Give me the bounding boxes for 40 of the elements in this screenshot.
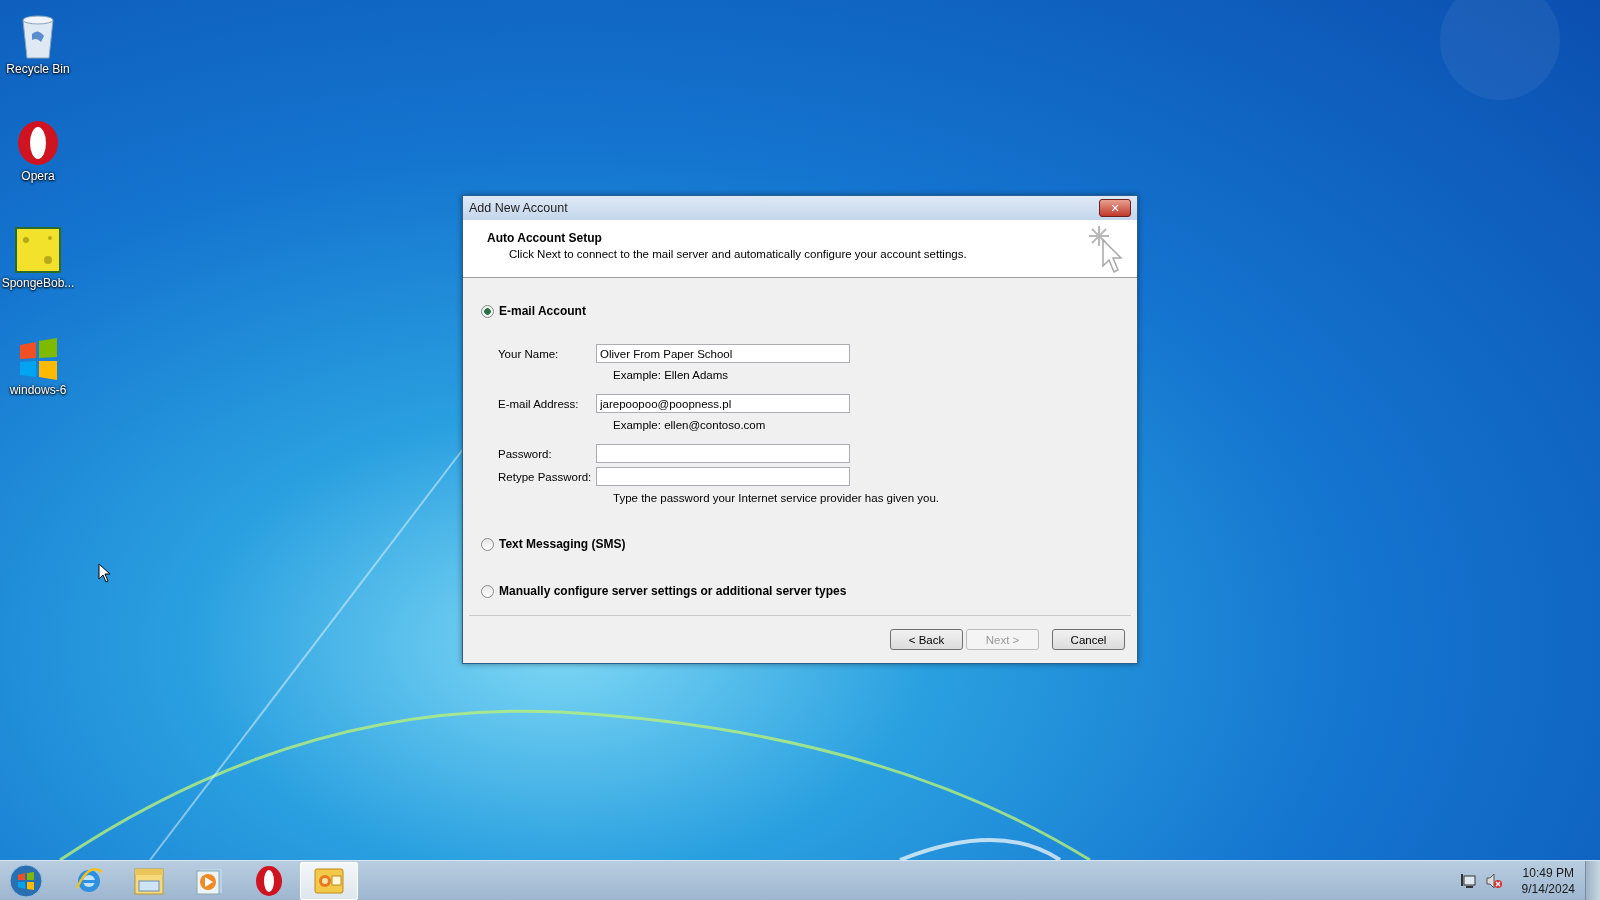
option-label[interactable]: E-mail Account (499, 304, 586, 318)
field-label: Your Name: (498, 347, 560, 360)
hint-text: Type the password your Internet service provider has given you. (613, 492, 940, 504)
clock[interactable]: 10:49 PM 9/14/2024 (1521, 864, 1575, 897)
muted-speaker-icon[interactable] (1485, 872, 1502, 889)
icon-label[interactable]: windows-6 (9, 383, 67, 397)
section-description: Click Next to connect to the mail server and automatically configure your account settings. (509, 248, 967, 260)
hint-text: Example: Ellen Adams (613, 369, 730, 381)
dialog-button[interactable]: < Back (890, 629, 963, 650)
taskbar-button[interactable] (300, 861, 358, 900)
input-field[interactable]: Oliver From Paper School (596, 344, 850, 363)
sponge-icon (14, 226, 62, 274)
icon-label[interactable]: SpongeBob... (1, 276, 75, 290)
sparkle-cursor-icon (1089, 226, 1123, 274)
input-field[interactable] (596, 467, 850, 486)
radio-button[interactable] (481, 304, 494, 318)
clock-time: 10:49 PM (1522, 864, 1574, 881)
radio-button[interactable] (481, 584, 494, 598)
envelope-icon (313, 865, 345, 896)
opera-icon (255, 864, 283, 897)
network-icon[interactable] (1459, 872, 1476, 889)
window-title: Add New Account (469, 201, 568, 215)
folder-icon (133, 865, 165, 896)
mouse-pointer-icon (98, 563, 112, 583)
input-field[interactable]: jarepoopoo@poopness.pl (596, 394, 850, 413)
dialog-button[interactable]: Cancel (1052, 629, 1125, 650)
clock-date: 9/14/2024 (1521, 880, 1575, 897)
field-label: Retype Password: (498, 470, 593, 483)
icon-label[interactable]: Opera (21, 169, 55, 183)
show-desktop-button[interactable] (1585, 860, 1600, 900)
option-label[interactable]: Manually configure server settings or additional server types (499, 584, 847, 598)
icon-label[interactable]: Recycle Bin (6, 62, 70, 76)
hint-text: Example: ellen@contoso.com (613, 419, 767, 431)
field-label: Password: (498, 447, 553, 460)
option-label[interactable]: Text Messaging (SMS) (499, 537, 626, 551)
section-title: Auto Account Setup (487, 231, 603, 245)
field-label: E-mail Address: (498, 397, 580, 410)
opera-icon (16, 119, 60, 167)
input-field[interactable] (596, 444, 850, 463)
radio-button[interactable] (481, 537, 494, 551)
